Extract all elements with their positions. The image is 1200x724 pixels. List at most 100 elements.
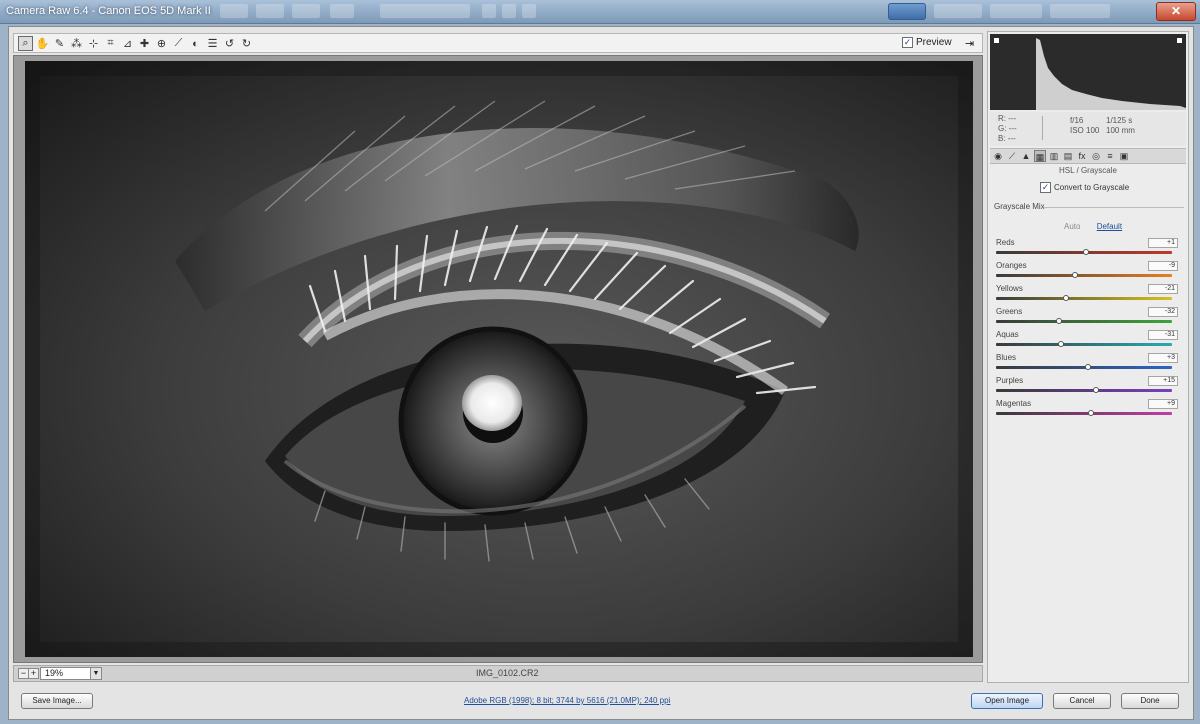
slider-thumb[interactable]	[1084, 364, 1091, 370]
rotate-left-icon[interactable]: ↺	[222, 36, 237, 51]
exposure-info: f/16 1/125 s ISO 100 100 mm	[1070, 116, 1142, 136]
slider-value-field[interactable]: +15	[1148, 376, 1178, 386]
hand-tool-icon[interactable]: ✋	[35, 36, 50, 51]
default-link[interactable]: Default	[1097, 222, 1122, 231]
slider-thumb[interactable]	[1058, 341, 1065, 347]
camera-info-readout: R: --- G: --- B: --- f/16 1/125 s ISO 100…	[990, 112, 1186, 146]
slider-value-field[interactable]: -21	[1148, 284, 1178, 294]
hsl-grayscale-tab-icon[interactable]: ▦	[1034, 150, 1046, 162]
targeted-adjustment-tool-icon[interactable]: ⊹	[86, 36, 101, 51]
slider-aquas[interactable]: Aquas -31	[996, 330, 1180, 352]
adjustments-panel: R: --- G: --- B: --- f/16 1/125 s ISO 100…	[987, 31, 1189, 683]
zoom-level-value: 19%	[45, 668, 64, 678]
camera-calibration-tab-icon[interactable]: ◎	[1090, 150, 1102, 162]
slider-oranges[interactable]: Oranges -9	[996, 261, 1180, 283]
focal-length-value: 100 mm	[1106, 126, 1135, 135]
image-preview-area[interactable]	[13, 55, 983, 663]
graduated-filter-icon[interactable]: ◐	[188, 36, 203, 51]
open-image-button[interactable]: Open Image	[971, 693, 1043, 709]
zoom-level-select[interactable]: 19% ▼	[40, 667, 102, 680]
effects-tab-icon[interactable]: fx	[1076, 150, 1088, 162]
full-screen-icon[interactable]: ⇥	[962, 36, 977, 51]
slider-thumb[interactable]	[1056, 318, 1063, 324]
highlight-clipping-indicator[interactable]	[1177, 38, 1182, 43]
slider-label: Reds	[996, 238, 1015, 247]
slider-value-field[interactable]: +3	[1148, 353, 1178, 363]
straighten-tool-icon[interactable]: ⊿	[120, 36, 135, 51]
histogram-graph	[994, 38, 1186, 110]
auto-link[interactable]: Auto	[1064, 222, 1080, 231]
slider-track[interactable]	[996, 297, 1172, 300]
zoom-tool-icon[interactable]: ⌕	[18, 36, 33, 51]
panel-tabs: ◉ ⟋ ▲ ▦ ▥ ▤ fx ◎ ≡ ▣	[990, 148, 1186, 164]
adjustment-brush-icon[interactable]: ⟋	[171, 36, 186, 51]
window-close-button[interactable]: ✕	[1156, 2, 1196, 21]
slider-reds[interactable]: Reds +1	[996, 238, 1180, 260]
tone-curve-tab-icon[interactable]: ⟋	[1006, 150, 1018, 162]
slider-value-field[interactable]: -31	[1148, 330, 1178, 340]
done-button[interactable]: Done	[1121, 693, 1179, 709]
save-image-button[interactable]: Save Image...	[21, 693, 93, 709]
grayscale-mix-label: Grayscale Mix	[994, 202, 1045, 211]
blue-value: B: ---	[998, 134, 1016, 143]
taskbar-ghost-item	[522, 4, 536, 18]
slider-label: Purples	[996, 376, 1024, 385]
presets-tab-icon[interactable]: ≡	[1104, 150, 1116, 162]
slider-value-field[interactable]: -32	[1148, 307, 1178, 317]
taskbar-ghost-item	[990, 4, 1042, 18]
zoom-in-button[interactable]: +	[28, 668, 39, 679]
slider-track[interactable]	[996, 343, 1172, 346]
slider-thumb[interactable]	[1063, 295, 1070, 301]
green-value: G: ---	[998, 124, 1017, 133]
red-eye-removal-tool-icon[interactable]: ⊕	[154, 36, 169, 51]
eye-photo[interactable]	[25, 61, 973, 657]
lens-corrections-tab-icon[interactable]: ▤	[1062, 150, 1074, 162]
slider-thumb[interactable]	[1093, 387, 1100, 393]
slider-blues[interactable]: Blues +3	[996, 353, 1180, 375]
slider-label: Blues	[996, 353, 1017, 362]
file-name: IMG_0102.CR2	[476, 668, 539, 678]
taskbar-ghost-item	[256, 4, 284, 18]
slider-label: Yellows	[996, 284, 1023, 293]
window-title-bar: Camera Raw 6.4 - Canon EOS 5D Mark II ✕	[0, 0, 1200, 24]
split-toning-tab-icon[interactable]: ▥	[1048, 150, 1060, 162]
checkbox-check-icon[interactable]: ✓	[902, 37, 913, 48]
preview-checkbox[interactable]: ✓ Preview	[902, 37, 952, 48]
slider-magentas[interactable]: Magentas +9	[996, 399, 1180, 421]
crop-tool-icon[interactable]: ⌗	[103, 36, 118, 51]
slider-value-field[interactable]: -9	[1148, 261, 1178, 271]
slider-track[interactable]	[996, 320, 1172, 323]
cancel-button[interactable]: Cancel	[1053, 693, 1111, 709]
slider-thumb[interactable]	[1072, 272, 1079, 278]
basic-tab-icon[interactable]: ◉	[992, 150, 1004, 162]
slider-value-field[interactable]: +1	[1148, 238, 1178, 248]
color-sampler-tool-icon[interactable]: ⁂	[69, 36, 84, 51]
slider-thumb[interactable]	[1088, 410, 1095, 416]
slider-label: Aquas	[996, 330, 1019, 339]
taskbar-ghost-item	[1050, 4, 1110, 18]
slider-track[interactable]	[996, 274, 1172, 277]
preferences-icon[interactable]: ☰	[205, 36, 220, 51]
workspace-switch-active[interactable]	[888, 3, 926, 20]
spot-removal-tool-icon[interactable]: ✚	[137, 36, 152, 51]
detail-tab-icon[interactable]: ▲	[1020, 150, 1032, 162]
status-bar: − + 19% ▼ IMG_0102.CR2	[13, 665, 983, 682]
checkbox-check-icon[interactable]: ✓	[1040, 182, 1051, 193]
workflow-options-link[interactable]: Adobe RGB (1998); 8 bit; 3744 by 5616 (2…	[464, 696, 670, 705]
slider-value-field[interactable]: +9	[1148, 399, 1178, 409]
snapshots-tab-icon[interactable]: ▣	[1118, 150, 1130, 162]
slider-track[interactable]	[996, 412, 1172, 415]
convert-to-grayscale-checkbox[interactable]: ✓ Convert to Grayscale	[1040, 182, 1129, 193]
taskbar-ghost-item	[934, 4, 982, 18]
slider-track[interactable]	[996, 389, 1172, 392]
shadow-clipping-indicator[interactable]	[994, 38, 999, 43]
slider-yellows[interactable]: Yellows -21	[996, 284, 1180, 306]
slider-thumb[interactable]	[1082, 249, 1089, 255]
taskbar-ghost-item	[502, 4, 516, 18]
camera-raw-dialog: ⌕✋✎⁂⊹⌗⊿✚⊕⟋◐☰↺↻✓Preview⇥	[8, 26, 1194, 720]
slider-greens[interactable]: Greens -32	[996, 307, 1180, 329]
white-balance-tool-icon[interactable]: ✎	[52, 36, 67, 51]
slider-purples[interactable]: Purples +15	[996, 376, 1180, 398]
slider-label: Greens	[996, 307, 1023, 316]
rotate-right-icon[interactable]: ↻	[239, 36, 254, 51]
